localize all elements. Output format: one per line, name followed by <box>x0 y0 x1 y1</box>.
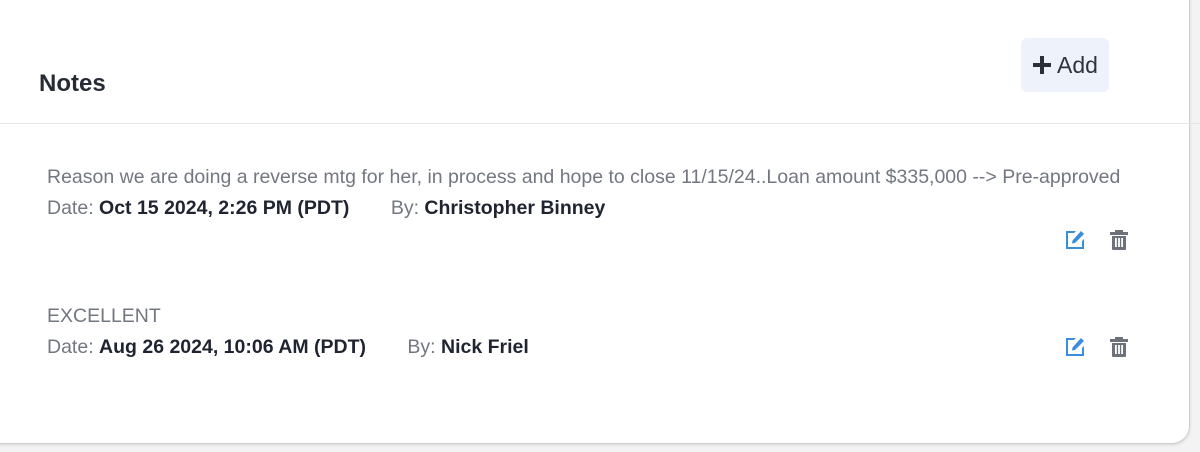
author-name: Christopher Binney <box>424 197 606 219</box>
note-text: EXCELLENT <box>47 305 161 327</box>
note-item: Reason we are doing a reverse mtg for he… <box>47 162 1147 224</box>
date-label: Date: <box>47 197 94 219</box>
notes-header: Notes Add <box>0 0 1200 124</box>
note-item: EXCELLENT Date: Aug 26 2024, 10:06 AM (P… <box>47 301 1147 363</box>
note-text: Reason we are doing a reverse mtg for he… <box>47 166 1121 188</box>
date-value: Aug 26 2024, 10:06 AM (PDT) <box>99 336 366 358</box>
plus-icon <box>1033 56 1052 74</box>
date-label: Date: <box>47 336 94 358</box>
trash-icon[interactable] <box>1107 228 1131 252</box>
edit-icon[interactable] <box>1063 228 1087 252</box>
edit-icon[interactable] <box>1063 335 1087 359</box>
add-label: Add <box>1057 51 1098 78</box>
by-label: By: <box>407 336 436 358</box>
add-note-button[interactable]: Add <box>1021 38 1109 92</box>
page-title: Notes <box>39 70 106 97</box>
note-meta: Date: Aug 26 2024, 10:06 AM (PDT) By: Ni… <box>47 332 1147 363</box>
by-label: By: <box>390 197 419 219</box>
date-value: Oct 15 2024, 2:26 PM (PDT) <box>99 197 350 219</box>
trash-icon[interactable] <box>1107 335 1131 359</box>
note-meta: Date: Oct 15 2024, 2:26 PM (PDT) By: Chr… <box>47 193 1147 224</box>
author-name: Nick Friel <box>441 336 529 358</box>
